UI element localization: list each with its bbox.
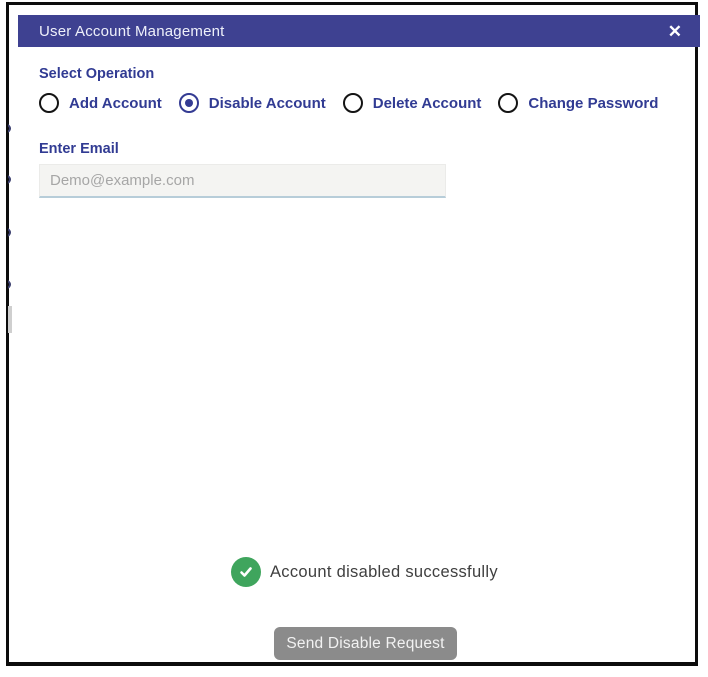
left-edge-artifact xyxy=(8,124,14,134)
radio-label: Add Account xyxy=(69,95,162,112)
radio-disable-account[interactable]: Disable Account xyxy=(179,93,326,113)
status-message-row: Account disabled successfully xyxy=(231,557,498,587)
dialog-titlebar: User Account Management ✕ xyxy=(18,15,700,47)
left-edge-artifact xyxy=(8,280,14,290)
check-icon xyxy=(231,557,261,587)
radio-change-password[interactable]: Change Password xyxy=(498,93,658,113)
left-edge-artifact xyxy=(8,175,14,185)
send-disable-request-button[interactable]: Send Disable Request xyxy=(274,627,457,660)
radio-label: Delete Account xyxy=(373,95,482,112)
dialog-title: User Account Management xyxy=(39,23,664,40)
radio-label: Disable Account xyxy=(209,95,326,112)
radio-add-account[interactable]: Add Account xyxy=(39,93,162,113)
left-edge-artifact xyxy=(8,228,14,238)
radio-icon[interactable] xyxy=(39,93,59,113)
enter-email-label: Enter Email xyxy=(39,141,119,157)
radio-label: Change Password xyxy=(528,95,658,112)
close-icon[interactable]: ✕ xyxy=(664,21,686,42)
select-operation-label: Select Operation xyxy=(39,66,154,82)
radio-delete-account[interactable]: Delete Account xyxy=(343,93,482,113)
status-message: Account disabled successfully xyxy=(270,563,498,582)
operation-radio-group: Add Account Disable Account Delete Accou… xyxy=(39,93,658,113)
left-edge-scroll-artifact xyxy=(8,306,12,333)
radio-icon[interactable] xyxy=(179,93,199,113)
radio-icon[interactable] xyxy=(498,93,518,113)
radio-icon[interactable] xyxy=(343,93,363,113)
dialog-window: User Account Management ✕ Select Operati… xyxy=(6,2,698,666)
email-input[interactable] xyxy=(39,164,446,198)
